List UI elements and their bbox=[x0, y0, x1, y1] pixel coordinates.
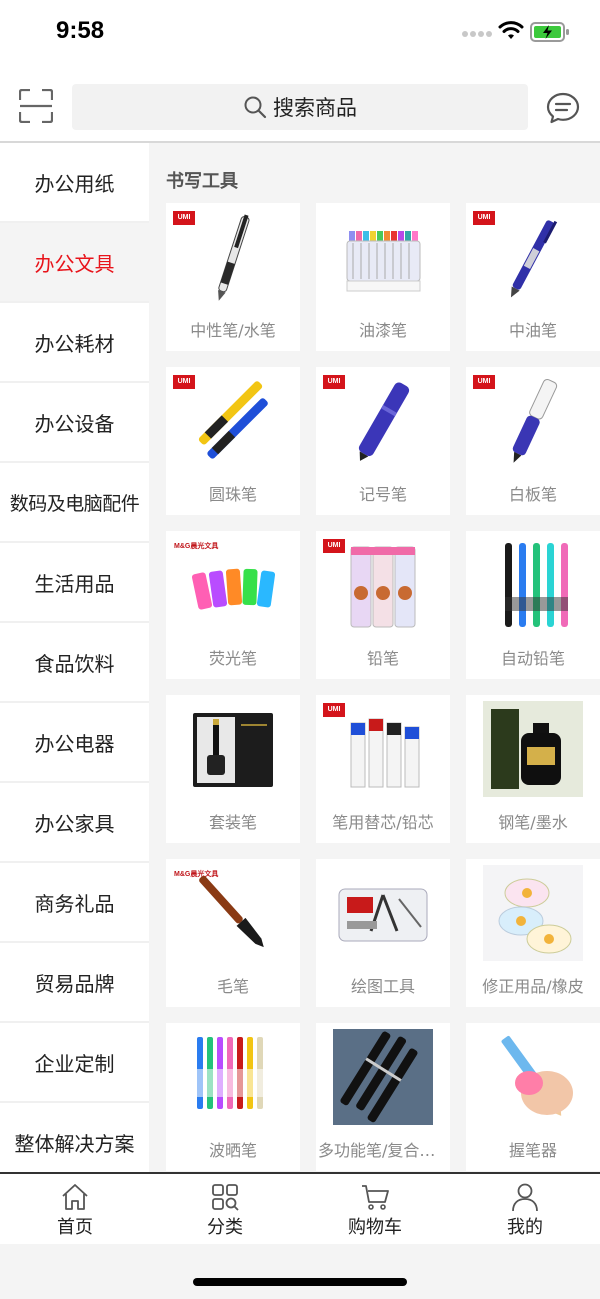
mechanical-pencil-image bbox=[505, 543, 568, 627]
category-label: 白板笔 bbox=[508, 485, 557, 504]
sparkle-pen-image bbox=[193, 1037, 267, 1109]
tab-label: 我的 bbox=[507, 1217, 543, 1238]
home-indicator-area bbox=[0, 1244, 600, 1299]
tab-label: 分类 bbox=[207, 1217, 243, 1238]
scan-icon[interactable] bbox=[19, 89, 53, 123]
sidebar-item-digital-accessories[interactable]: 数码及电脑配件 bbox=[0, 463, 149, 543]
ballpoint-pen-image bbox=[198, 381, 268, 459]
category-label: 波晒笔 bbox=[208, 1141, 257, 1160]
category-sidebar: 办公用纸 办公文具 办公耗材 办公设备 数码及电脑配件 生活用品 食品饮料 办公… bbox=[0, 143, 149, 1173]
category-label: 钢笔/墨水 bbox=[498, 813, 568, 832]
category-label: 修正用品/橡皮 bbox=[482, 977, 584, 996]
category-card-paint-marker[interactable]: 油漆笔 bbox=[316, 203, 450, 351]
bottom-tab-bar: 首页 分类 购物车 我的 bbox=[0, 1172, 600, 1244]
correction-tape-image bbox=[483, 865, 583, 961]
category-label: 油漆笔 bbox=[358, 321, 407, 340]
highlighter-image bbox=[191, 568, 276, 610]
sidebar-item-office-supplies[interactable]: 办公耗材 bbox=[0, 303, 149, 383]
home-icon bbox=[62, 1184, 88, 1210]
category-label: 记号笔 bbox=[358, 485, 407, 504]
status-bar: 9:58 bbox=[0, 0, 600, 70]
battery-icon bbox=[530, 22, 569, 42]
tab-category[interactable]: 分类 bbox=[150, 1174, 300, 1244]
signal-icon bbox=[462, 31, 492, 37]
category-card-correction-eraser[interactable]: 修正用品/橡皮 bbox=[466, 859, 600, 1007]
category-label: 多功能笔/复合笔... bbox=[318, 1141, 450, 1160]
category-card-sparkle-pen[interactable]: 波晒笔 bbox=[166, 1023, 300, 1171]
category-card-drawing-tools[interactable]: 绘图工具 bbox=[316, 859, 450, 1007]
tab-label: 购物车 bbox=[348, 1217, 402, 1238]
category-card-fountain-pen-ink[interactable]: 钢笔/墨水 bbox=[466, 695, 600, 843]
marker-image bbox=[358, 382, 410, 461]
category-icon bbox=[212, 1184, 239, 1211]
category-label: 绘图工具 bbox=[350, 977, 415, 996]
whiteboard-marker-image bbox=[512, 378, 558, 463]
profile-icon bbox=[512, 1183, 538, 1212]
tab-cart[interactable]: 购物车 bbox=[300, 1174, 450, 1244]
sidebar-item-food-drinks[interactable]: 食品饮料 bbox=[0, 623, 149, 703]
tab-mine[interactable]: 我的 bbox=[450, 1174, 600, 1244]
category-label: 荧光笔 bbox=[208, 649, 257, 668]
ink-bottle-image bbox=[483, 701, 583, 797]
pen-set-image bbox=[193, 713, 273, 787]
home-indicator[interactable] bbox=[193, 1278, 407, 1286]
category-card-highlighter[interactable]: M&G晨光文具 荧光笔 bbox=[166, 531, 300, 679]
section-title: 书写工具 bbox=[166, 171, 238, 192]
category-label: 中油笔 bbox=[508, 321, 557, 340]
sidebar-item-office-furniture[interactable]: 办公家具 bbox=[0, 783, 149, 863]
gel-pen-image bbox=[218, 214, 250, 301]
sidebar-item-office-equipment[interactable]: 办公设备 bbox=[0, 383, 149, 463]
sidebar-item-daily-goods[interactable]: 生活用品 bbox=[0, 543, 149, 623]
category-card-pen-grip[interactable]: 握笔器 bbox=[466, 1023, 600, 1171]
sidebar-item-office-stationery[interactable]: 办公文具 bbox=[0, 223, 149, 303]
category-label: 笔用替芯/铅芯 bbox=[332, 813, 434, 832]
category-card-gel-pen[interactable]: UMI 中性笔/水笔 bbox=[166, 203, 300, 351]
search-icon bbox=[244, 96, 267, 119]
sidebar-item-trade-brands[interactable]: 贸易品牌 bbox=[0, 943, 149, 1023]
sidebar-item-business-gifts[interactable]: 商务礼品 bbox=[0, 863, 149, 943]
category-label: 铅笔 bbox=[366, 649, 399, 668]
multifunction-pen-image bbox=[333, 1029, 433, 1125]
category-card-refills[interactable]: UMI 笔用替芯/铅芯 bbox=[316, 695, 450, 843]
drawing-tools-image bbox=[338, 888, 428, 942]
category-grid: UMI 中性笔/水笔 油漆笔 UMI 中油笔 UMI 圆珠笔 UMI 记号笔 U… bbox=[166, 203, 600, 1171]
category-card-brush[interactable]: M&G晨光文具 毛笔 bbox=[166, 859, 300, 1007]
category-content: 书写工具 UMI 中性笔/水笔 油漆笔 UMI 中油笔 UMI 圆珠笔 UMI … bbox=[149, 143, 600, 1173]
tab-label: 首页 bbox=[57, 1217, 93, 1238]
brush-image bbox=[199, 875, 264, 948]
search-placeholder: 搜索商品 bbox=[273, 96, 357, 120]
category-card-multifunction-pen[interactable]: 多功能笔/复合笔... bbox=[316, 1023, 450, 1171]
tab-home[interactable]: 首页 bbox=[0, 1174, 150, 1244]
sidebar-item-total-solutions[interactable]: 整体解决方案 bbox=[0, 1103, 149, 1173]
pencil-image bbox=[350, 546, 416, 628]
search-header: 搜索商品 bbox=[0, 70, 600, 143]
pen-grip-image bbox=[501, 1036, 573, 1116]
cart-icon bbox=[362, 1185, 389, 1210]
category-card-ballpoint-pen[interactable]: UMI 圆珠笔 bbox=[166, 367, 300, 515]
category-card-pencil[interactable]: UMI 铅笔 bbox=[316, 531, 450, 679]
sidebar-item-enterprise-custom[interactable]: 企业定制 bbox=[0, 1023, 149, 1103]
refills-image bbox=[350, 718, 420, 788]
paint-marker-image bbox=[346, 231, 421, 292]
category-card-whiteboard-marker[interactable]: UMI 白板笔 bbox=[466, 367, 600, 515]
search-input[interactable]: 搜索商品 bbox=[72, 84, 528, 130]
category-card-pen-set[interactable]: 套装笔 bbox=[166, 695, 300, 843]
category-card-marker[interactable]: UMI 记号笔 bbox=[316, 367, 450, 515]
message-icon[interactable] bbox=[546, 92, 580, 124]
category-label: 握笔器 bbox=[508, 1141, 557, 1160]
category-card-oil-pen[interactable]: UMI 中油笔 bbox=[466, 203, 600, 351]
category-label: 中性笔/水笔 bbox=[190, 321, 276, 340]
category-label: 自动铅笔 bbox=[500, 649, 565, 668]
category-label: 套装笔 bbox=[208, 813, 257, 832]
oil-pen-image bbox=[510, 220, 558, 298]
status-time: 9:58 bbox=[56, 17, 105, 44]
category-card-mechanical-pencil[interactable]: 自动铅笔 bbox=[466, 531, 600, 679]
wifi-icon bbox=[498, 21, 524, 39]
category-label: 毛笔 bbox=[216, 977, 249, 996]
category-label: 圆珠笔 bbox=[208, 485, 257, 504]
sidebar-item-office-appliances[interactable]: 办公电器 bbox=[0, 703, 149, 783]
sidebar-item-office-paper[interactable]: 办公用纸 bbox=[0, 143, 149, 223]
